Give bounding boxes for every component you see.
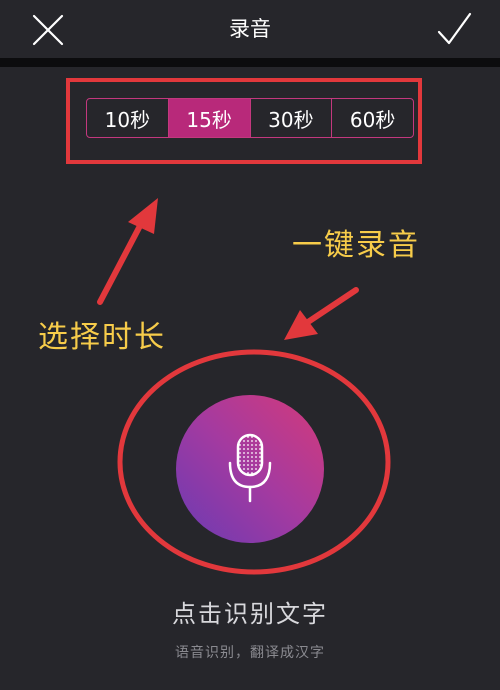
close-button[interactable] — [28, 10, 68, 50]
page-title: 录音 — [229, 17, 271, 41]
annotation-choose-duration: 选择时长 — [38, 320, 166, 355]
duration-option-60s[interactable]: 60秒 — [332, 99, 413, 137]
checkmark-icon — [437, 12, 472, 45]
recording-screen: 录音 10秒 15秒 30秒 60秒 一键录音 选择时长 点击识别文字 语音识别… — [0, 0, 500, 690]
recognize-subtitle: 语音识别，翻译成汉字 — [175, 645, 325, 661]
duration-option-10s[interactable]: 10秒 — [87, 99, 169, 137]
duration-arrow — [97, 219, 145, 305]
record-button[interactable] — [176, 395, 324, 543]
top-bar: 录音 — [0, 0, 500, 58]
confirm-button[interactable] — [434, 10, 474, 50]
recognize-text-label: 点击识别文字 — [172, 600, 328, 628]
record-arrowhead — [284, 310, 318, 340]
duration-option-30s[interactable]: 30秒 — [251, 99, 333, 137]
header-divider — [0, 58, 500, 67]
duration-selector: 10秒 15秒 30秒 60秒 — [86, 98, 414, 138]
record-arrow — [305, 287, 359, 325]
duration-option-15s[interactable]: 15秒 — [168, 99, 251, 137]
close-icon — [32, 14, 64, 46]
annotation-one-click-record: 一键录音 — [292, 228, 420, 263]
microphone-icon — [228, 433, 272, 503]
duration-arrowhead — [128, 198, 158, 234]
